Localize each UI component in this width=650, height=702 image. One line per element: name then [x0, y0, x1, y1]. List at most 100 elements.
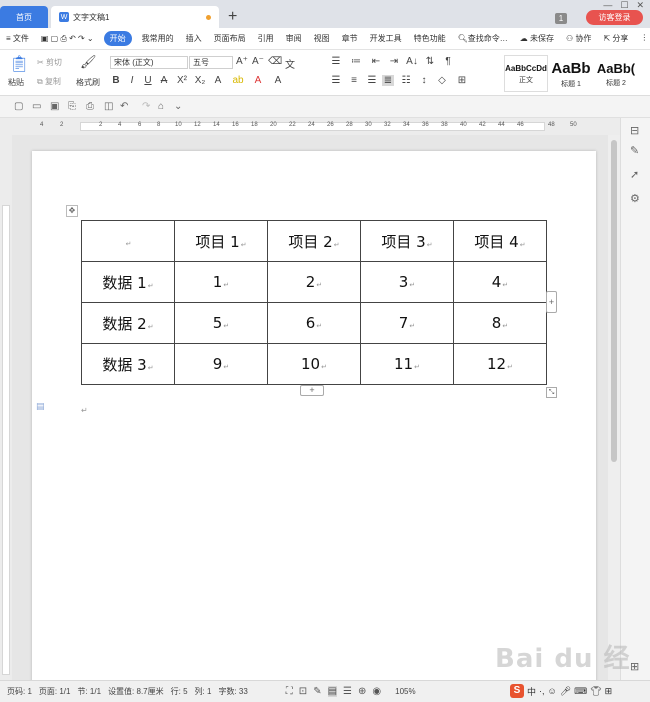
- grow-font-icon[interactable]: A⁺: [236, 56, 248, 67]
- table-cell[interactable]: 2↵: [267, 261, 361, 303]
- style-heading-1[interactable]: AaBb 标题 1: [549, 55, 593, 92]
- new-tab-button[interactable]: +: [228, 8, 237, 26]
- data-table[interactable]: ↵ 项目 1↵ 项目 2↵ 项目 3↵ 项目 4↵ 数据 1↵ 1↵ 2↵ 3↵…: [81, 220, 547, 385]
- page-view-icon[interactable]: ▤: [327, 686, 338, 697]
- minimize-icon[interactable]: —: [603, 0, 612, 11]
- menu-frequent[interactable]: 我常用的: [142, 33, 174, 44]
- redo-icon[interactable]: ↷: [142, 101, 150, 112]
- share-button[interactable]: ⇱ 分享: [603, 33, 628, 44]
- menu-page-layout[interactable]: 页面布局: [214, 33, 246, 44]
- maximize-icon[interactable]: ☐: [620, 0, 628, 11]
- menu-review[interactable]: 审阅: [286, 33, 302, 44]
- table-cell[interactable]: 项目 1↵: [174, 220, 268, 262]
- menu-start[interactable]: 开始: [103, 31, 132, 46]
- ime-punct-icon[interactable]: ·,: [539, 686, 545, 696]
- ime-tools-icon[interactable]: ⊞: [605, 686, 613, 697]
- font-size-select[interactable]: 五号: [189, 56, 233, 69]
- justify-icon[interactable]: ≣: [382, 75, 394, 86]
- open-icon[interactable]: ▭: [32, 101, 41, 112]
- table-resize-handle-icon[interactable]: ⤡: [546, 387, 557, 398]
- web-view-icon[interactable]: ⊕: [358, 686, 366, 697]
- borders-icon[interactable]: ⊞: [456, 75, 468, 86]
- distributed-icon[interactable]: ☷: [400, 75, 412, 86]
- more-icon[interactable]: ⋮: [640, 33, 648, 44]
- menu-insert[interactable]: 插入: [186, 33, 202, 44]
- table-cell[interactable]: 5↵: [174, 302, 268, 344]
- menu-file[interactable]: ≡ 文件: [6, 33, 29, 44]
- table-cell[interactable]: 4↵: [453, 261, 547, 303]
- italic-icon[interactable]: I: [126, 75, 138, 86]
- menu-view[interactable]: 视图: [314, 33, 330, 44]
- format-icon[interactable]: ⌂: [158, 101, 164, 112]
- shading-icon[interactable]: ◇: [436, 75, 448, 86]
- panel-collapse-icon[interactable]: ⊟: [630, 124, 639, 137]
- edit-pen-icon[interactable]: ✎: [630, 144, 639, 157]
- pinyin-icon[interactable]: 文: [284, 56, 296, 71]
- bullets-icon[interactable]: ☰: [330, 56, 342, 67]
- menu-chapter[interactable]: 章节: [342, 33, 358, 44]
- print-icon[interactable]: ⎙: [86, 101, 94, 112]
- highlight-icon[interactable]: ab: [232, 75, 244, 86]
- strikethrough-icon[interactable]: A: [158, 75, 170, 86]
- save-icon[interactable]: ▣: [50, 101, 59, 112]
- shrink-font-icon[interactable]: A⁻: [252, 56, 264, 67]
- outline-view-icon[interactable]: ☰: [343, 686, 352, 697]
- add-column-button[interactable]: +: [546, 291, 557, 313]
- table-cell[interactable]: 项目 4↵: [453, 220, 547, 262]
- align-left-icon[interactable]: ☰: [330, 75, 342, 86]
- ime-skin-icon[interactable]: 👕︎: [590, 686, 601, 697]
- paste-button[interactable]: 粘贴: [8, 77, 24, 88]
- collab-button[interactable]: ⚇ 协作: [566, 33, 591, 44]
- vertical-ruler[interactable]: [0, 135, 12, 680]
- format-painter-button[interactable]: 格式刷: [76, 77, 100, 88]
- status-section[interactable]: 节: 1/1: [77, 686, 101, 697]
- style-normal[interactable]: AaBbCcDd 正文: [504, 55, 548, 92]
- horizontal-ruler[interactable]: 4 2 2 4 6 8 10 12 14 16 18 20 22 24 26 2…: [0, 118, 620, 135]
- vertical-scrollbar[interactable]: [608, 135, 620, 680]
- focus-mode-icon[interactable]: ⊡: [299, 686, 307, 697]
- sort-icon[interactable]: ⇅: [424, 56, 436, 67]
- table-cell[interactable]: 11↵: [360, 343, 454, 385]
- unsaved-button[interactable]: ☁ 未保存: [520, 33, 554, 44]
- page-indicator-icon[interactable]: ▤: [36, 401, 45, 412]
- table-cell[interactable]: 3↵: [360, 261, 454, 303]
- export-pdf-icon[interactable]: ⎘: [68, 101, 76, 112]
- table-cell[interactable]: 6↵: [267, 302, 361, 344]
- table-move-handle-icon[interactable]: ✥: [66, 205, 78, 217]
- select-cursor-icon[interactable]: ➚: [630, 168, 639, 181]
- guest-login-button[interactable]: 访客登录: [586, 10, 643, 25]
- protect-eye-icon[interactable]: ✎: [313, 686, 321, 697]
- status-page-number[interactable]: 页码: 1: [7, 686, 32, 697]
- line-spacing-icon[interactable]: ↕: [418, 75, 430, 86]
- menu-features[interactable]: 特色功能: [414, 33, 446, 44]
- table-cell[interactable]: 项目 3↵: [360, 220, 454, 262]
- table-cell[interactable]: 1↵: [174, 261, 268, 303]
- table-cell[interactable]: 数据 3↵: [81, 343, 175, 385]
- ime-emoji-icon[interactable]: ☺: [548, 686, 557, 696]
- table-cell[interactable]: 7↵: [360, 302, 454, 344]
- font-color-icon[interactable]: A: [252, 75, 264, 86]
- menu-developer[interactable]: 开发工具: [370, 33, 402, 44]
- text-effect-icon[interactable]: A: [212, 75, 224, 86]
- subscript-icon[interactable]: X₂: [194, 75, 206, 86]
- paste-icon[interactable]: 📋︎: [9, 54, 29, 74]
- copy-button[interactable]: ⧉ 复制: [37, 76, 61, 87]
- undo-icon[interactable]: ↶: [120, 101, 128, 112]
- search-command[interactable]: 🔍︎查找命令…: [458, 33, 508, 44]
- table-cell[interactable]: ↵: [81, 220, 175, 262]
- document-area[interactable]: ✥ ↵ 项目 1↵ 项目 2↵ 项目 3↵ 项目 4↵ 数据 1↵ 1↵ 2↵ …: [12, 135, 608, 680]
- style-heading-2[interactable]: AaBb( 标题 2: [594, 55, 638, 92]
- align-center-icon[interactable]: ≡: [348, 75, 360, 86]
- new-doc-icon[interactable]: ▢: [14, 101, 23, 112]
- customize-icon[interactable]: ⌄: [174, 101, 182, 112]
- bold-icon[interactable]: B: [110, 75, 122, 86]
- preview-icon[interactable]: ◫: [104, 101, 113, 112]
- ime-voice-icon[interactable]: 🎤︎: [560, 686, 571, 697]
- numbering-icon[interactable]: ≔: [350, 56, 362, 67]
- add-row-button[interactable]: +: [300, 385, 324, 396]
- close-icon[interactable]: ✕: [636, 0, 644, 11]
- status-word-count[interactable]: 字数: 33: [218, 686, 247, 697]
- fullscreen-icon[interactable]: ⛶: [286, 686, 293, 697]
- table-cell[interactable]: 10↵: [267, 343, 361, 385]
- cut-button[interactable]: ✂ 剪切: [37, 57, 62, 68]
